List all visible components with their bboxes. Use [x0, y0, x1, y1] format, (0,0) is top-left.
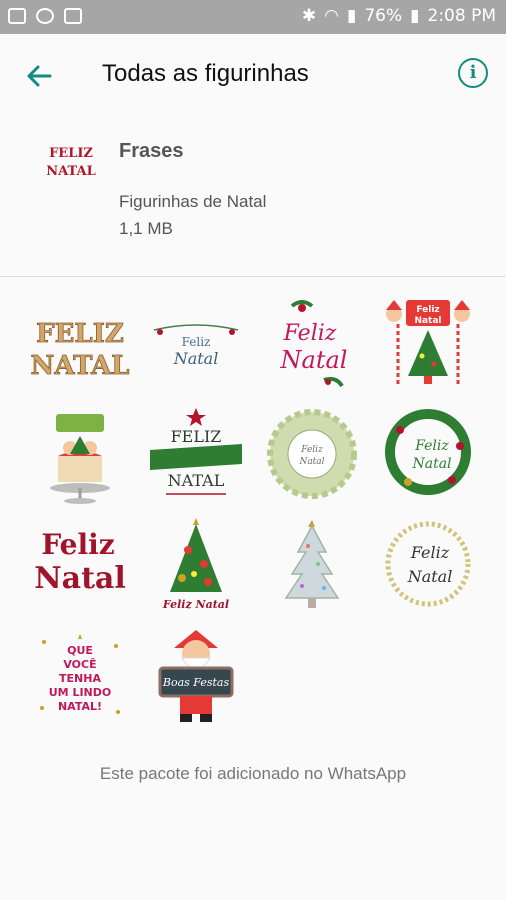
svg-text:Feliz: Feliz	[283, 321, 337, 346]
pack-thumb-line-2: NATAL	[46, 164, 95, 179]
status-icons-right: ✱ ◠ ▮ 76% ▮ 2:08 PM	[302, 6, 496, 26]
sticker-13[interactable]: QUE VOCÊ TENHA UM LINDO NATAL!	[30, 628, 130, 728]
svg-text:FELIZ: FELIZ	[36, 319, 124, 349]
pack-thumb-line-1: FELIZ	[49, 146, 93, 161]
svg-text:Feliz: Feliz	[416, 305, 439, 315]
app-bar: Todas as figurinhas i	[0, 34, 506, 118]
status-bar: ✱ ◠ ▮ 76% ▮ 2:08 PM	[0, 0, 506, 34]
sticker-3[interactable]: Feliz Natal	[262, 296, 362, 396]
page-title: Todas as figurinhas	[102, 60, 309, 87]
sticker-8[interactable]: Feliz Natal	[378, 406, 478, 506]
sticker-9[interactable]: Feliz Natal	[30, 516, 130, 616]
svg-text:Natal: Natal	[280, 346, 348, 374]
sticker-6[interactable]: FELIZ NATAL	[146, 406, 246, 506]
svg-text:Natal: Natal	[34, 561, 126, 596]
divider	[0, 276, 506, 277]
svg-text:Feliz: Feliz	[300, 445, 323, 455]
sticker-7[interactable]: Feliz Natal	[262, 406, 362, 506]
svg-text:VOCÊ: VOCÊ	[63, 658, 96, 671]
svg-text:Feliz: Feliz	[410, 543, 450, 562]
svg-text:NATAL!: NATAL!	[58, 700, 102, 713]
pack-size: 1,1 MB	[119, 219, 173, 238]
sticker-5[interactable]	[30, 406, 130, 506]
sim-icon	[64, 8, 82, 24]
info-icon[interactable]: i	[458, 58, 488, 88]
sticker-10[interactable]: Feliz Natal	[146, 516, 246, 616]
pack-publisher: Figurinhas de Natal	[119, 192, 267, 211]
status-icons-left	[8, 8, 82, 24]
battery-icon: ▮	[410, 6, 420, 26]
svg-text:Feliz: Feliz	[41, 528, 114, 561]
svg-text:Feliz: Feliz	[414, 438, 449, 454]
svg-text:FELIZ: FELIZ	[171, 427, 222, 446]
back-arrow-icon[interactable]	[20, 56, 60, 96]
svg-text:Natal: Natal	[173, 349, 219, 368]
pack-thumbnail: FELIZ NATAL	[46, 146, 95, 179]
sticker-11[interactable]	[262, 516, 362, 616]
svg-text:Boas Festas: Boas Festas	[162, 676, 230, 689]
svg-text:Natal: Natal	[407, 567, 453, 586]
svg-text:Feliz Natal: Feliz Natal	[162, 598, 229, 611]
svg-text:Natal: Natal	[298, 457, 324, 467]
sticker-14[interactable]: Boas Festas	[146, 628, 246, 728]
pack-added-message: Este pacote foi adicionado no WhatsApp	[99, 764, 407, 783]
sticker-4[interactable]: Feliz Natal	[378, 296, 478, 396]
svg-text:NATAL: NATAL	[31, 351, 130, 381]
pack-name: Frases	[119, 140, 184, 162]
sticker-pack-header: FELIZ NATAL Frases Figurinhas de Natal 1…	[0, 118, 506, 276]
gallery-icon	[8, 8, 26, 24]
signal-icon: ▮	[346, 6, 357, 26]
svg-text:UM LINDO: UM LINDO	[49, 686, 112, 699]
svg-text:NATAL: NATAL	[168, 471, 225, 490]
battery-level: 76%	[364, 6, 403, 26]
clock-time: 2:08 PM	[427, 6, 497, 26]
bluetooth-icon: ✱	[301, 6, 317, 26]
clock-icon	[36, 8, 54, 24]
svg-text:QUE: QUE	[67, 644, 93, 657]
sticker-1[interactable]: FELIZ NATAL	[30, 298, 130, 398]
svg-text:Natal: Natal	[414, 316, 441, 326]
svg-text:TENHA: TENHA	[59, 672, 101, 685]
wifi-icon: ◠	[324, 6, 339, 26]
svg-text:Feliz: Feliz	[182, 335, 211, 349]
sticker-12[interactable]: Feliz Natal	[378, 516, 478, 616]
svg-text:Natal: Natal	[411, 456, 451, 472]
sticker-2[interactable]: Feliz Natal	[146, 298, 246, 398]
